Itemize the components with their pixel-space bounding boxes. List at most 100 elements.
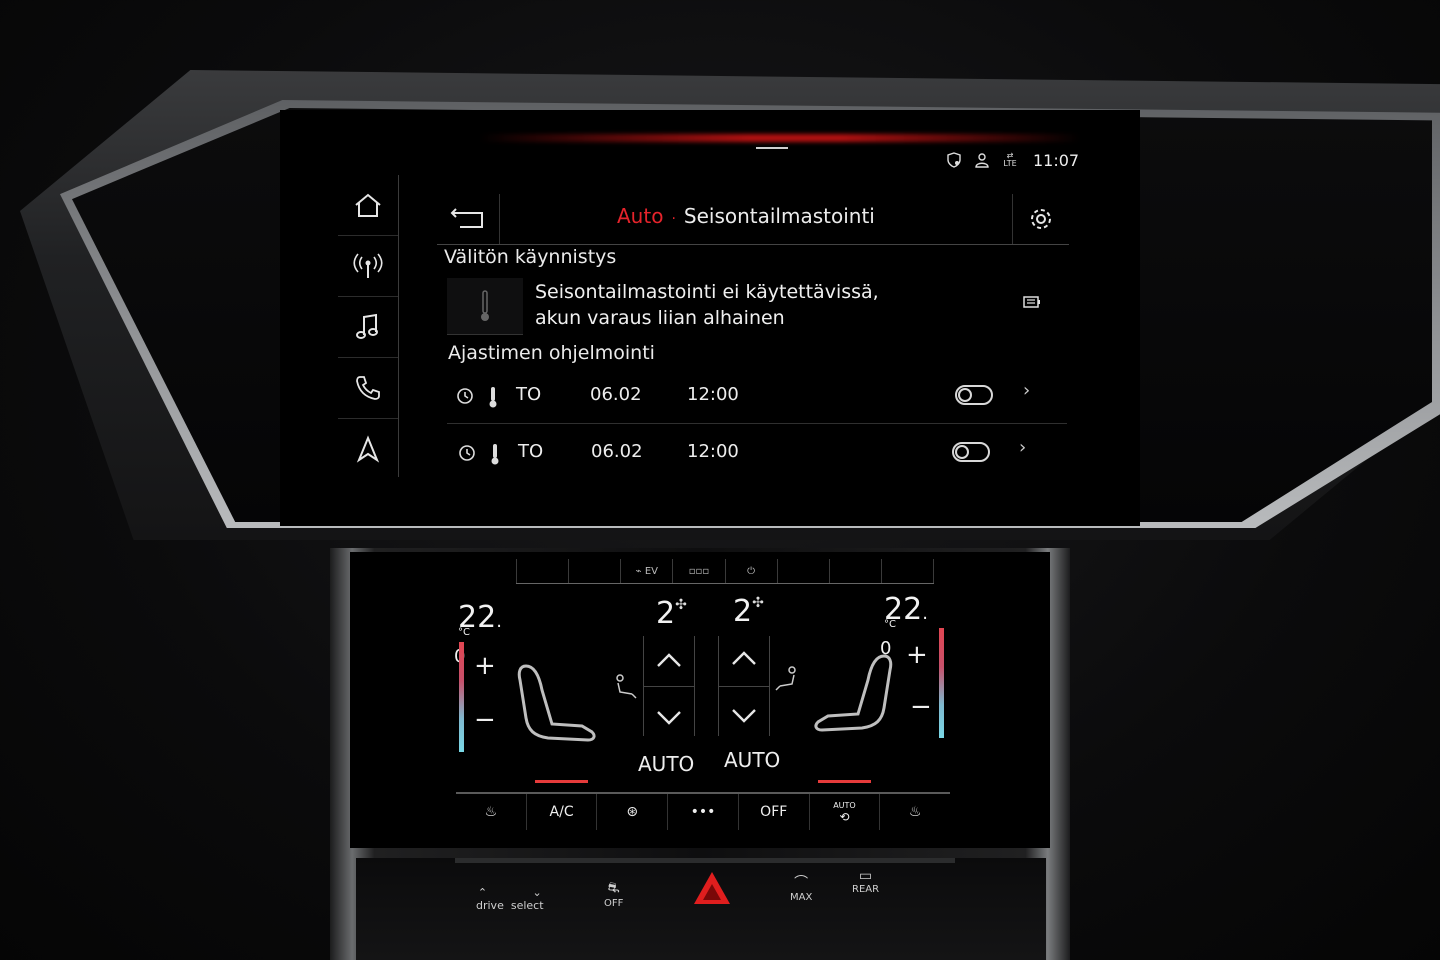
right-temp-plus-button[interactable]: + bbox=[906, 640, 928, 670]
mode-tab[interactable] bbox=[830, 559, 882, 583]
fan-icon: ✣ bbox=[675, 597, 687, 613]
pulldown-handle[interactable] bbox=[756, 147, 788, 149]
settings-button[interactable] bbox=[1012, 194, 1069, 244]
sidebar-item-home[interactable] bbox=[338, 175, 398, 236]
phone-icon bbox=[356, 376, 380, 400]
user-profile-icon[interactable] bbox=[973, 151, 991, 169]
clock: 11:07 bbox=[1033, 150, 1080, 170]
left-fan-speed: 2✣ bbox=[656, 596, 687, 631]
defrost-max-button[interactable]: ⌒ MAX bbox=[790, 872, 812, 903]
max-label: MAX bbox=[790, 892, 813, 903]
network-label: LTE bbox=[1003, 159, 1017, 168]
main-sidebar bbox=[338, 175, 399, 477]
start-heating-button[interactable] bbox=[447, 278, 523, 335]
status-bar: ⇄ LTE 11:07 bbox=[945, 148, 1079, 172]
esc-off-button[interactable]: ⛐ OFF bbox=[604, 880, 623, 909]
console-divider bbox=[455, 858, 955, 863]
temp-unit: °C bbox=[884, 619, 896, 630]
right-airflow-seat-icon[interactable] bbox=[774, 666, 800, 696]
timer-row-2[interactable]: TO 06.02 12:00 › bbox=[447, 429, 1067, 479]
left-temp-plus-button[interactable]: + bbox=[474, 651, 496, 681]
mode-tab[interactable] bbox=[516, 559, 570, 583]
mode-tab-standby[interactable]: ⏻ bbox=[726, 559, 778, 583]
sidebar-item-media[interactable] bbox=[338, 297, 398, 358]
timer-date: 06.02 bbox=[590, 384, 642, 405]
mode-tab[interactable] bbox=[569, 559, 622, 583]
drive-select-button[interactable]: ⌃ ⌄ drive select bbox=[476, 886, 544, 912]
right-fan-value: 2 bbox=[733, 594, 753, 629]
timer-time: 12:00 bbox=[687, 384, 739, 405]
gear-icon bbox=[1031, 209, 1051, 229]
right-seat-heating-button[interactable]: ♨ bbox=[880, 794, 950, 830]
timer-day: TO bbox=[518, 441, 544, 462]
sidebar-item-radio[interactable] bbox=[338, 236, 398, 297]
battery-low-icon bbox=[1022, 294, 1042, 314]
left-auto-mode[interactable]: AUTO bbox=[638, 752, 694, 776]
rear-window-heat-icon: ▭ bbox=[858, 868, 873, 884]
warning-line-1: Seisontailmastointi ei käytettävissä, bbox=[535, 281, 879, 303]
timer-clock-icon bbox=[456, 386, 476, 411]
home-icon bbox=[355, 193, 381, 217]
timer-time: 12:00 bbox=[687, 441, 739, 462]
page-title: Seisontailmastointi bbox=[683, 204, 875, 228]
right-temp-slider[interactable] bbox=[939, 628, 944, 738]
right-fan-down-button[interactable] bbox=[731, 708, 757, 724]
rear-label: REAR bbox=[852, 884, 880, 895]
chevron-right-icon[interactable]: › bbox=[1019, 437, 1026, 458]
breadcrumb: Auto · Seisontailmastointi bbox=[617, 204, 875, 228]
sidebar-item-navigation[interactable] bbox=[338, 419, 398, 479]
sidebar-item-phone[interactable] bbox=[338, 358, 398, 419]
steering-wheel-heat-icon: ⊛ bbox=[626, 804, 639, 820]
hazard-triangle-icon bbox=[703, 884, 721, 900]
breadcrumb-parent[interactable]: Auto bbox=[617, 204, 663, 228]
power-screen-icon: ⏻ bbox=[747, 565, 756, 577]
auto-recirculation-button[interactable]: AUTO ⟲ bbox=[810, 780, 881, 830]
left-fan-up-button[interactable] bbox=[656, 652, 682, 668]
mode-tab-seat-heating[interactable]: ▫▫▫ bbox=[673, 559, 726, 583]
left-seat-icon[interactable] bbox=[512, 660, 598, 754]
mode-tab-ev[interactable]: ⌁ EV bbox=[621, 559, 674, 583]
chevron-right-icon[interactable]: › bbox=[1023, 380, 1030, 401]
left-fan-value: 2 bbox=[656, 596, 676, 631]
select-label: select bbox=[510, 899, 544, 912]
ac-button[interactable]: A/C bbox=[527, 780, 598, 830]
timer-toggle[interactable] bbox=[952, 442, 990, 462]
timer-row-1[interactable]: TO 06.02 12:00 › bbox=[447, 372, 1067, 422]
location-shield-icon bbox=[945, 151, 963, 169]
thermometer-icon bbox=[490, 443, 500, 470]
climate-off-button[interactable]: OFF bbox=[739, 794, 810, 830]
warning-line-2: akun varaus liian alhainen bbox=[535, 307, 785, 329]
right-fan-up-button[interactable] bbox=[731, 650, 757, 666]
left-seat-heating-button[interactable]: ♨ bbox=[456, 794, 527, 830]
back-button[interactable] bbox=[437, 194, 500, 244]
drive-label: drive bbox=[476, 899, 504, 912]
music-note-icon bbox=[356, 313, 378, 339]
steering-heat-button[interactable]: ⊛ bbox=[597, 794, 669, 830]
seat-heat-icon: ♨ bbox=[484, 804, 498, 820]
row-divider bbox=[447, 423, 1067, 424]
timer-clock-icon bbox=[458, 443, 478, 468]
left-temp-slider[interactable] bbox=[459, 642, 464, 752]
right-seat-icon[interactable] bbox=[812, 650, 898, 744]
thermometer-icon bbox=[488, 386, 498, 413]
mode-tab[interactable] bbox=[778, 559, 830, 583]
timer-toggle[interactable] bbox=[955, 385, 993, 405]
ev-label: EV bbox=[644, 565, 658, 577]
timer-date: 06.02 bbox=[591, 441, 643, 462]
section-heading-immediate-start: Välitön käynnistys bbox=[444, 246, 617, 268]
left-fan-down-button[interactable] bbox=[656, 710, 682, 726]
right-temp-minus-button[interactable]: − bbox=[910, 692, 932, 722]
right-auto-mode[interactable]: AUTO bbox=[724, 748, 780, 772]
seat-heat-icon: ♨ bbox=[908, 804, 922, 820]
availability-warning: Seisontailmastointi ei käytettävissä, ak… bbox=[535, 279, 879, 331]
breadcrumb-separator: · bbox=[671, 211, 676, 227]
lte-signal-icon: ⇄ LTE bbox=[1001, 151, 1019, 169]
mode-tab[interactable] bbox=[882, 559, 934, 583]
rear-defrost-button[interactable]: ▭ REAR bbox=[852, 868, 879, 895]
section-heading-timer: Ajastimen ohjelmointi bbox=[448, 342, 655, 364]
left-airflow-seat-icon[interactable] bbox=[612, 674, 638, 704]
stability-control-icon: ⛐ bbox=[607, 880, 620, 896]
left-temp-minus-button[interactable]: − bbox=[474, 705, 496, 735]
more-button[interactable]: ••• bbox=[668, 794, 739, 830]
right-fan-control bbox=[718, 636, 770, 736]
